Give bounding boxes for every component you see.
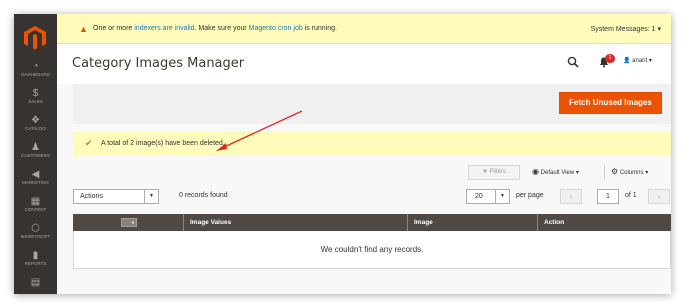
system-message-text: One or more indexers are invalid. Make s… — [93, 25, 337, 32]
chevron-down-icon: ▼ — [495, 190, 509, 203]
sidebar-item-catalog[interactable]: ❖ CATALOG — [14, 116, 57, 132]
dollar-icon: $ — [32, 88, 39, 99]
per-page-label: per page — [516, 192, 544, 199]
person-icon: ♟ — [31, 142, 40, 153]
chevron-down-icon: ▾ — [575, 170, 579, 176]
column-header-action[interactable]: Action — [537, 214, 671, 231]
notification-count-badge: 1 — [605, 54, 615, 63]
sidebar-item-reports[interactable]: ▮ REPORTS — [14, 251, 57, 267]
layout-icon: ▦ — [30, 196, 41, 207]
column-header-image-values[interactable]: Image Values — [183, 214, 407, 231]
page-actions-bar: Fetch Unused Images — [73, 84, 671, 124]
user-menu[interactable]: 👤 anant ▾ — [623, 57, 652, 64]
fetch-unused-images-button[interactable]: Fetch Unused Images — [559, 92, 662, 114]
page-header: Category Images Manager 1 👤 anant ▾ — [57, 44, 671, 84]
sidebar-item-label: CONTENT — [24, 207, 47, 212]
toolbar-divider — [604, 165, 605, 180]
mass-actions-select[interactable]: Actions ▼ — [73, 189, 159, 204]
eye-icon: ◉ — [532, 167, 539, 176]
previous-page-button[interactable]: ‹ — [560, 189, 582, 204]
records-found-count: 0 records found — [179, 192, 228, 199]
store-icon: ▤ — [30, 277, 41, 288]
filters-button[interactable]: ▼ Filters — [468, 165, 520, 180]
chevron-down-icon: ▾ — [657, 26, 661, 33]
megaphone-icon: ◀ — [31, 169, 40, 180]
success-message: ✔ A total of 2 image(s) have been delete… — [73, 132, 671, 156]
total-pages-label: of 1 — [625, 192, 637, 199]
sidebar-item-content[interactable]: ▦ CONTENT — [14, 197, 57, 213]
columns-dropdown[interactable]: ⚙ Columns ▾ — [611, 167, 648, 176]
sidebar-item-marketing[interactable]: ◀ MARKETING — [14, 170, 57, 186]
bar-chart-icon: ▮ — [32, 250, 39, 261]
system-messages-dropdown[interactable]: System Messages: 1 ▾ — [591, 25, 661, 33]
sidebar-item-label: MSINFOSOFT — [20, 234, 51, 239]
magento-logo-icon[interactable] — [24, 26, 46, 50]
grid-header-row: ▼ Image Values Image Action — [73, 214, 671, 231]
check-icon: ✔ — [85, 138, 93, 148]
sidebar-item-dashboard[interactable]: ◔ DASHBOARD — [14, 62, 57, 78]
chevron-down-icon: ▾ — [645, 170, 649, 176]
sidebar-item-customers[interactable]: ♟ CUSTOMERS — [14, 143, 57, 159]
indexers-link[interactable]: indexers are invalid — [134, 25, 194, 32]
user-icon: 👤 — [623, 58, 631, 64]
success-message-text: A total of 2 image(s) have been deleted. — [101, 140, 225, 147]
search-icon[interactable] — [567, 56, 579, 68]
chevron-left-icon: ‹ — [569, 192, 573, 201]
sidebar-item-label: REPORTS — [24, 261, 47, 266]
sidebar-item-label: SALES — [28, 99, 43, 104]
admin-sidebar: ◔ DASHBOARD $ SALES ❖ CATALOG ♟ CUSTOMERS ◀ MARKE… — [14, 14, 57, 294]
sidebar-item-label: CATALOG — [25, 126, 46, 131]
sidebar-item-msinfosoft[interactable]: ⬡ MSINFOSOFT — [14, 224, 57, 240]
warning-icon: ▲ — [79, 24, 88, 34]
sidebar-item-sales[interactable]: $ SALES — [14, 89, 57, 105]
sidebar-item-stores[interactable]: ▤ — [14, 278, 57, 288]
current-page-input[interactable]: 1 — [597, 189, 619, 204]
annotation-arrow — [216, 110, 303, 151]
sidebar-item-label: MARKETING — [22, 180, 49, 185]
speedometer-icon: ◔ — [32, 61, 39, 72]
default-view-dropdown[interactable]: ◉ Default View ▾ — [532, 167, 579, 176]
mass-select-checkbox[interactable]: ▼ — [121, 218, 137, 227]
sidebar-item-label: CUSTOMERS — [21, 153, 50, 158]
empty-grid-message: We couldn't find any records. — [320, 245, 424, 254]
chevron-right-icon: › — [657, 192, 661, 201]
chevron-down-icon: ▾ — [648, 58, 652, 64]
system-messages-bar: ▲ One or more indexers are invalid. Make… — [57, 14, 671, 44]
gear-icon: ⚙ — [611, 167, 619, 176]
cron-job-link[interactable]: Magento cron job — [249, 25, 303, 32]
sidebar-item-label: DASHBOARD — [21, 72, 50, 77]
cube-icon: ❖ — [31, 115, 40, 126]
admin-window: ◔ DASHBOARD $ SALES ❖ CATALOG ♟ CUSTOMERS ◀ MARKE… — [14, 14, 671, 294]
page-title: Category Images Manager — [72, 56, 245, 71]
per-page-select[interactable]: 20 ▼ — [466, 189, 510, 204]
hexagon-icon: ⬡ — [31, 223, 40, 234]
chevron-down-icon: ▼ — [131, 220, 135, 225]
grid-empty-row: We couldn't find any records. — [73, 231, 671, 269]
next-page-button[interactable]: › — [648, 189, 670, 204]
funnel-icon: ▼ — [482, 169, 488, 175]
chevron-down-icon: ▼ — [144, 190, 158, 203]
column-header-image[interactable]: Image — [407, 214, 537, 231]
